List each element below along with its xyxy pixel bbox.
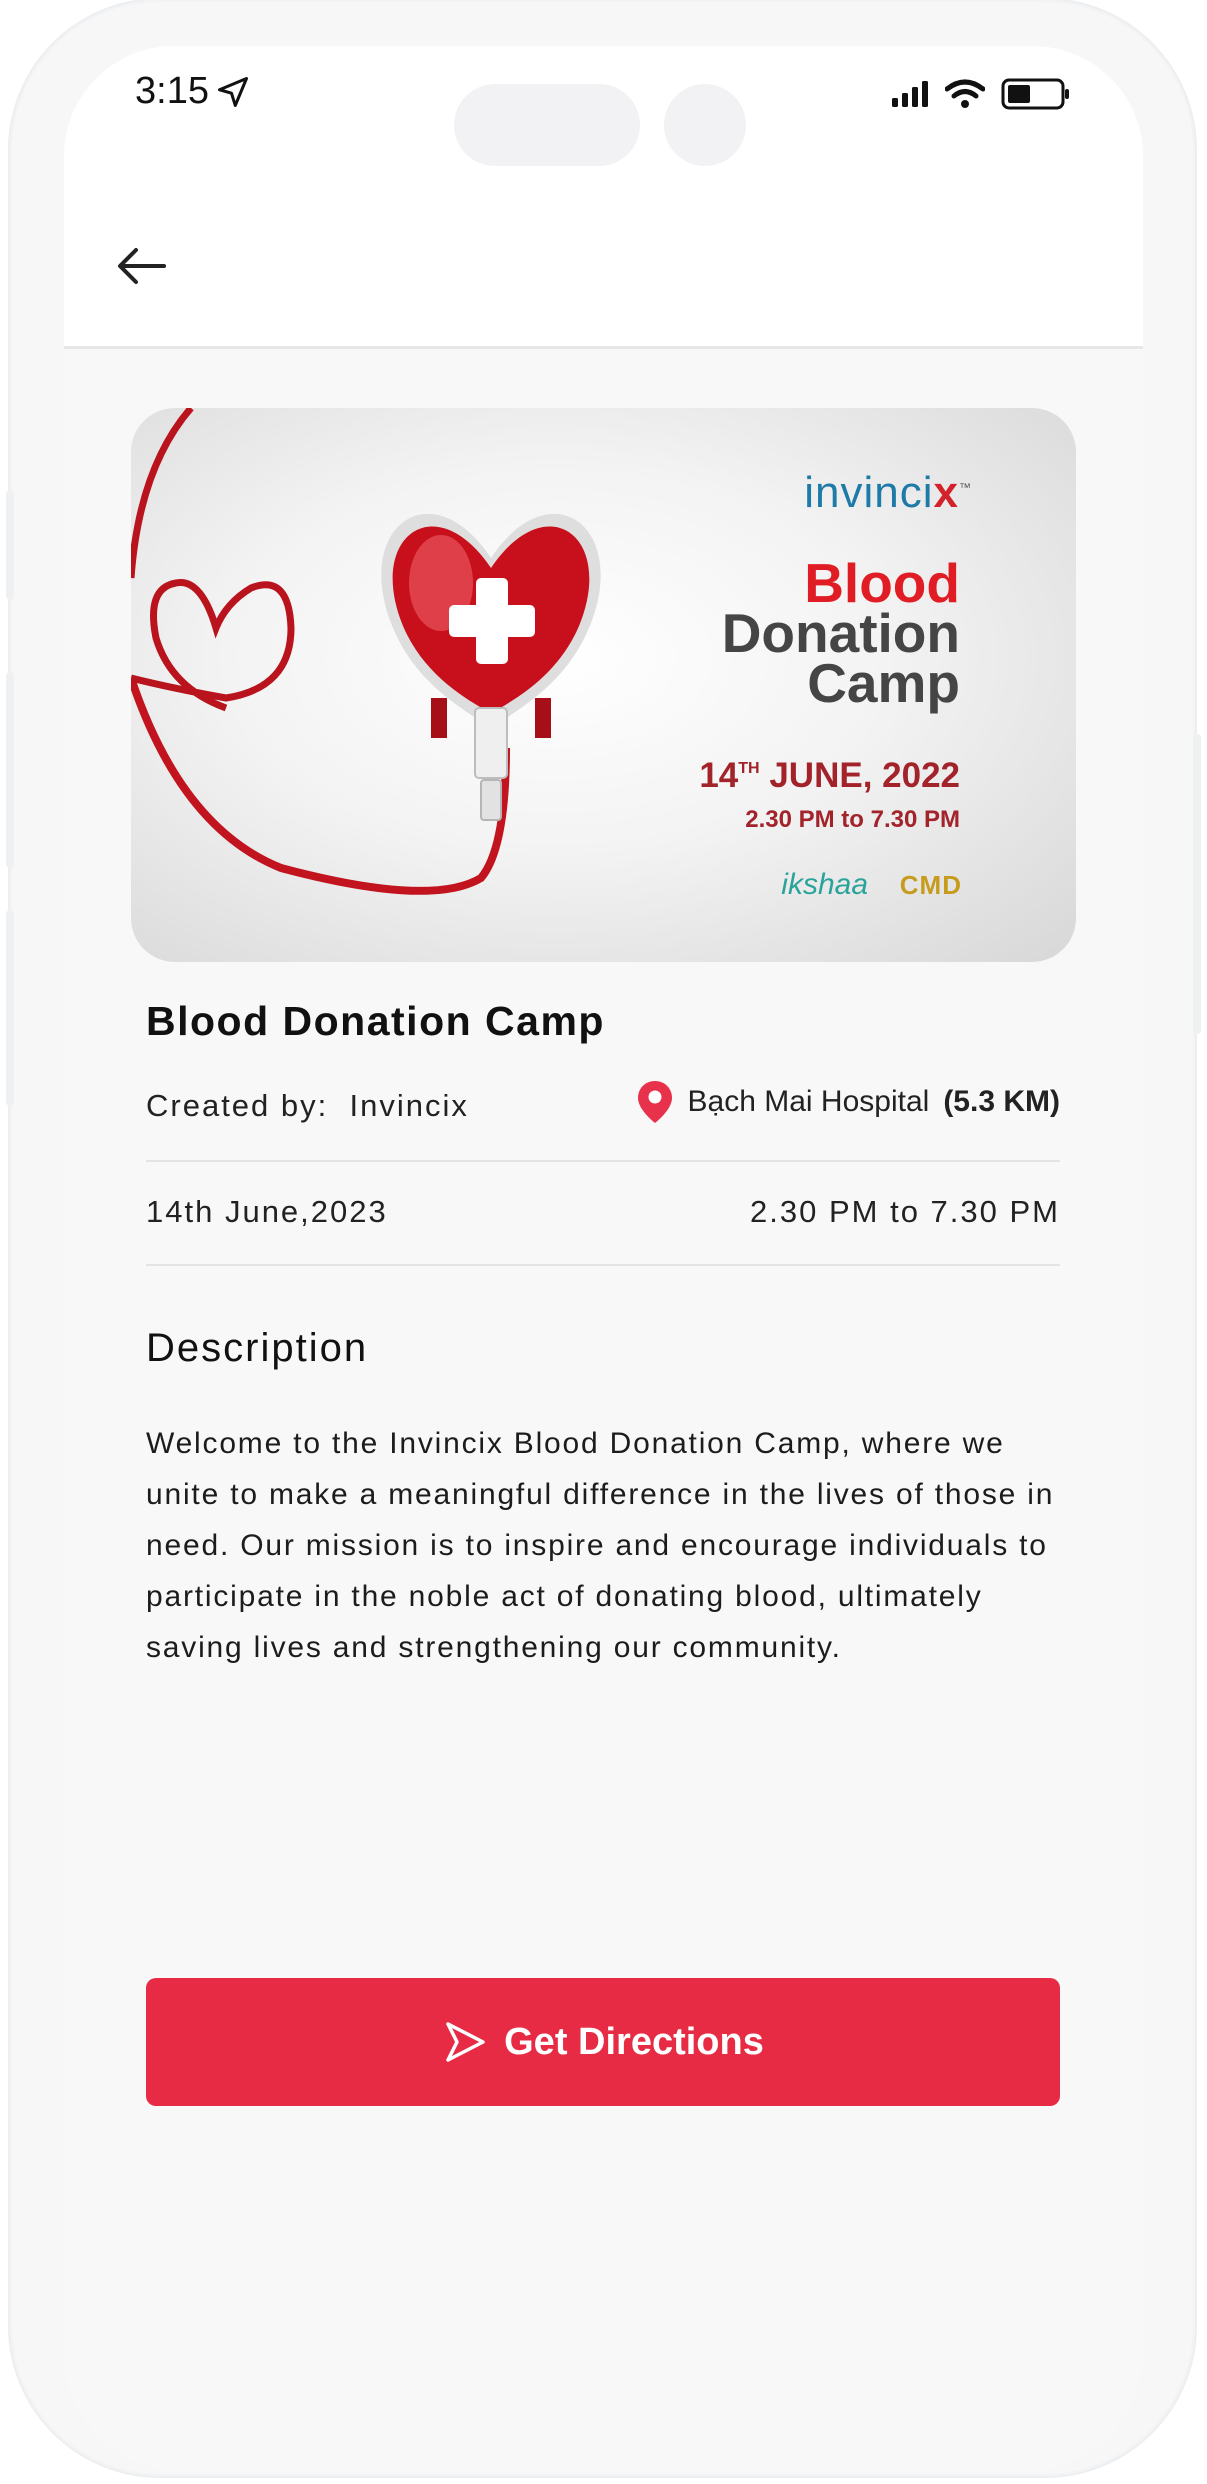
banner-brand-logo: invincix™ — [804, 468, 972, 518]
get-directions-label: Get Directions — [504, 2020, 764, 2063]
banner-brand-text: invinci — [804, 468, 934, 517]
created-by-value: Invincix — [349, 1088, 469, 1123]
app-header: 3:15 — [64, 46, 1143, 349]
created-by: Created by: Invincix — [146, 1088, 469, 1124]
battery-icon — [1001, 78, 1069, 110]
banner-time: 2.30 PM to 7.30 PM — [745, 806, 960, 833]
banner-title-line1: Blood — [804, 552, 960, 614]
status-time: 3:15 — [135, 70, 251, 113]
side-button-volume-down — [6, 910, 14, 1106]
banner-date-suffix: TH — [738, 760, 760, 777]
banner-title-line2: Donation — [721, 602, 960, 664]
dynamic-island-pill — [454, 84, 640, 166]
back-arrow-icon — [118, 248, 166, 284]
side-button-volume-up — [6, 672, 14, 868]
wifi-icon — [945, 79, 985, 108]
event-time: 2.30 PM to 7.30 PM — [750, 1194, 1060, 1229]
description-text: Welcome to the Invincix Blood Donation C… — [146, 1427, 1055, 1664]
banner-brand-x: x — [933, 468, 959, 517]
banner-date-rest: JUNE, 2022 — [769, 756, 960, 795]
location-name: Bạch Mai Hospital — [687, 1085, 930, 1118]
side-button-power — [1193, 734, 1201, 1034]
banner-brand-tm: ™ — [959, 480, 972, 495]
banner-date-day: 14 — [699, 756, 739, 795]
created-by-label: Created by: — [146, 1088, 329, 1123]
map-pin-icon — [637, 1081, 672, 1123]
status-time-text: 3:15 — [135, 70, 209, 112]
banner-title: Blood Donation Camp — [721, 552, 960, 714]
partner-logo-ikshaa: ikshaa — [781, 868, 868, 901]
divider-top — [146, 1160, 1060, 1162]
dynamic-island-dot — [664, 84, 746, 166]
banner-date: 14TH JUNE, 2022 — [699, 756, 960, 796]
partner-logo-cmd: CMD — [899, 870, 962, 900]
event-location[interactable]: Bạch Mai Hospital (5.3 KM) — [636, 1079, 1060, 1125]
description-heading: Description — [146, 1326, 369, 1370]
event-banner-image: invincix™ Blood Donation Camp 14TH JUNE,… — [131, 408, 1076, 962]
divider-bottom — [146, 1264, 1060, 1266]
app-screen: 3:15 invincix™ Blood Donation Camp 14TH … — [64, 46, 1143, 2472]
location-arrow-icon — [217, 76, 248, 107]
signal-icon — [892, 81, 928, 107]
side-button-mute — [6, 490, 14, 600]
back-button[interactable] — [102, 226, 182, 306]
status-icons — [891, 78, 1071, 110]
event-title: Blood Donation Camp — [146, 998, 605, 1044]
banner-title-line3: Camp — [807, 652, 960, 714]
location-distance: (5.3 KM) — [943, 1085, 1060, 1118]
get-directions-button[interactable]: Get Directions — [146, 1978, 1060, 2106]
navigation-arrow-icon — [446, 2022, 485, 2062]
event-date: 14th June,2023 — [146, 1194, 388, 1229]
